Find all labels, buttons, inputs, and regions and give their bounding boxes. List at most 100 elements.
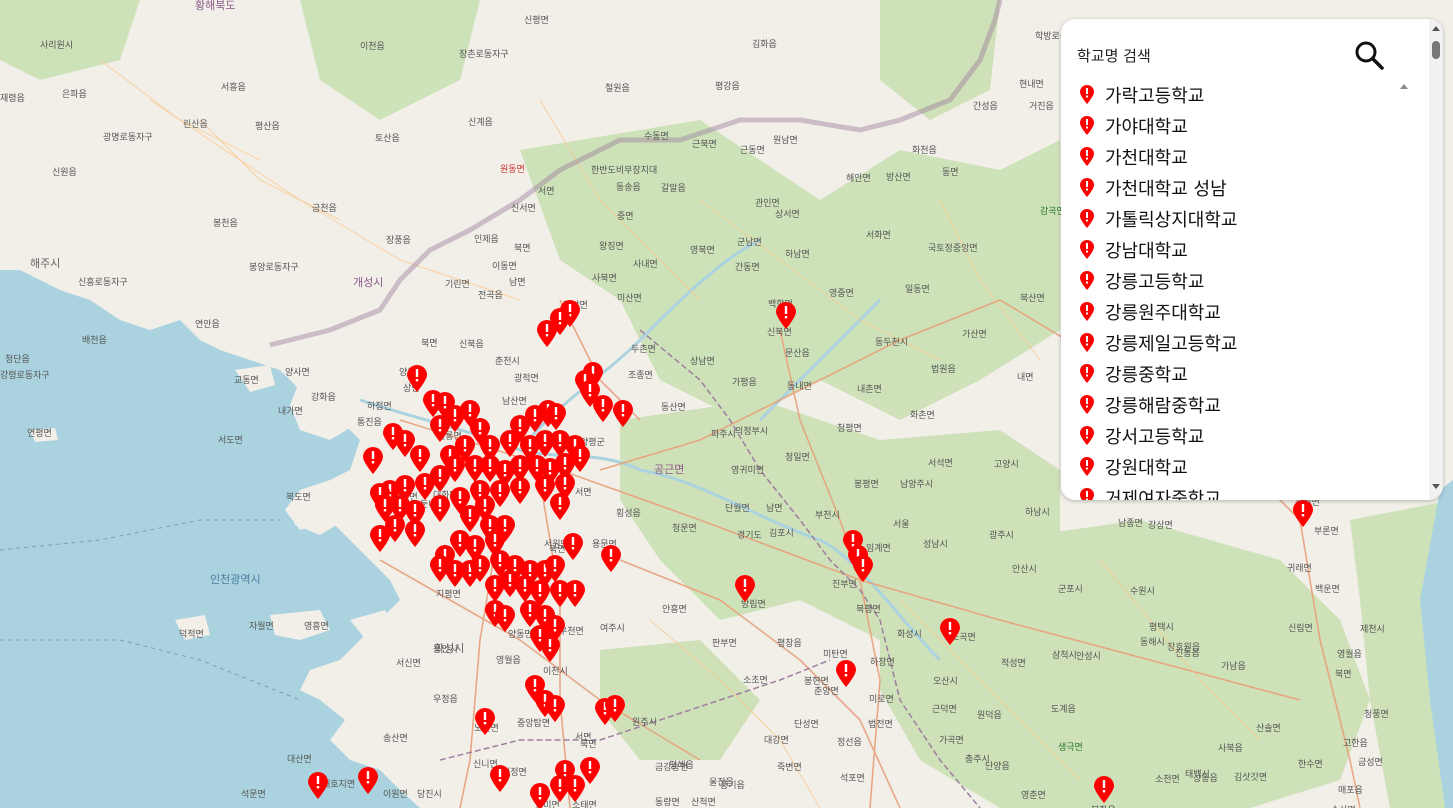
search-icon[interactable]	[1353, 39, 1387, 73]
map-place-label: 내가면	[278, 406, 303, 417]
map-place-label: 하남시	[1025, 507, 1050, 518]
school-list-item[interactable]: 가천대학교	[1061, 141, 1407, 172]
map-place-label: 도계읍	[1051, 703, 1076, 715]
school-name: 강원대학교	[1105, 457, 1188, 479]
map-place-label: 영월읍	[1337, 648, 1362, 660]
school-list-item[interactable]: 강릉중학교	[1061, 358, 1407, 389]
map-place-label: 춘양면	[814, 686, 839, 697]
list-scroll-up-icon[interactable]	[1398, 81, 1410, 93]
map-place-label: 적성면	[1001, 657, 1026, 669]
school-list-item[interactable]: 가야대학교	[1061, 110, 1407, 141]
school-list-item[interactable]: 강릉원주대학교	[1061, 296, 1407, 327]
school-list-item[interactable]: 강서고등학교	[1061, 420, 1407, 451]
marker-pin-icon	[1080, 425, 1094, 445]
map-place-label: 이천읍	[360, 41, 385, 52]
school-list-item[interactable]: 거제여자중학교	[1061, 482, 1407, 500]
map-place-label: 서화면	[866, 230, 891, 241]
map-place-label: 산척면	[691, 797, 716, 808]
map-place-label: 장촌로동자구	[459, 49, 509, 60]
map-place-label: 신동읍	[1175, 648, 1200, 659]
map-place-label: 김포시	[769, 527, 794, 539]
school-list-item[interactable]: 강릉제일고등학교	[1061, 327, 1407, 358]
map-place-label: 동두천시	[875, 337, 908, 348]
marker-pin-icon	[1080, 332, 1094, 352]
map-place-label: 동내면	[787, 381, 812, 392]
map-place-label: 죽변면	[777, 762, 802, 773]
school-list-item[interactable]: 가락고등학교	[1061, 79, 1407, 110]
map-place-label: 동량면	[655, 796, 680, 808]
school-list-item[interactable]: 강원대학교	[1061, 451, 1407, 482]
map-place-label: 석포면	[840, 773, 865, 784]
map-place-label: 사리원시	[40, 40, 73, 51]
panel-scrollbar[interactable]	[1429, 19, 1443, 500]
map-place-label: 배천읍	[82, 335, 107, 346]
map-place-label: 방산면	[886, 172, 911, 183]
school-name: 가락고등학교	[1105, 85, 1205, 107]
map-place-label: 김화읍	[752, 38, 777, 50]
marker-pin-icon	[1080, 208, 1094, 228]
map-place-label: 신림면	[1288, 622, 1313, 634]
map-place-label: 이동면	[492, 261, 517, 272]
school-list-item[interactable]: 강릉고등학교	[1061, 265, 1407, 296]
map-place-label: 화성시	[897, 629, 922, 640]
marker-pin-icon	[1080, 239, 1094, 259]
map-place-label: 광주시	[989, 529, 1014, 541]
map-place-label: 평강읍	[715, 81, 740, 92]
map-place-label: 부천시	[815, 510, 840, 521]
map-place-label: 미탄면	[823, 649, 848, 660]
school-list-item[interactable]: 가천대학교 성남	[1061, 172, 1407, 203]
school-list-item[interactable]: 강릉해람중학교	[1061, 389, 1407, 420]
map-place-label: 가평읍	[732, 377, 757, 388]
map-place-label: 대강면	[764, 735, 789, 746]
map-place-label: 한반도비무장지대	[591, 165, 657, 176]
school-name: 강릉원주대학교	[1105, 302, 1221, 324]
school-list[interactable]: 가락고등학교가야대학교 가천대학교 가천대학교 성남 가톨릭상지대학교 강남대학교 강릉고…	[1061, 79, 1407, 500]
map-place-label: 안성시	[1076, 651, 1101, 662]
map-place-label: 단양읍	[985, 761, 1010, 772]
map-place-label: 청풍면	[1364, 709, 1389, 720]
marker-pin-icon	[1080, 394, 1094, 414]
map-place-label: 정선읍	[837, 737, 862, 748]
map-place-label: 군포시	[1058, 584, 1083, 595]
map-place-label: 의정부시	[735, 426, 768, 437]
scroll-down-arrow-icon[interactable]	[1432, 482, 1440, 490]
map-place-label: 장풍읍	[386, 235, 411, 246]
map-place-label: 원동면	[500, 164, 525, 175]
map-place-label: 개성시	[353, 276, 383, 289]
map-place-label: 금천읍	[312, 203, 337, 214]
map-place-label: 고양시	[994, 459, 1019, 470]
map-place-label: 동산면	[661, 402, 686, 413]
school-list-item[interactable]: 가톨릭상지대학교	[1061, 203, 1407, 234]
map-place-label: 통진읍	[357, 417, 382, 428]
map-place-label: 남종면	[1118, 518, 1143, 529]
scrollbar-thumb[interactable]	[1432, 41, 1440, 59]
map-place-label: 남산면	[502, 396, 527, 407]
scroll-up-arrow-icon[interactable]	[1432, 25, 1440, 33]
map-place-label: 동해시	[1140, 637, 1165, 648]
map-place-label: 단월면	[725, 502, 750, 514]
map-place-label: 하장면	[870, 657, 895, 668]
map-place-label: 북평면	[856, 604, 881, 615]
map-place-label: 영중면	[829, 288, 854, 299]
map-place-label: 경기도	[737, 529, 762, 541]
map-place-label: 갈말읍	[661, 182, 686, 194]
map-place-label: 생극면	[1058, 742, 1083, 753]
map-place-label: 영춘면	[1021, 790, 1046, 801]
map-place-label: 봉천읍	[213, 218, 238, 229]
map-place-label: 일동면	[905, 284, 930, 295]
map-place-label: 청평면	[837, 423, 862, 434]
map-place-label: 서면	[575, 487, 592, 498]
school-list-item[interactable]: 강남대학교	[1061, 234, 1407, 265]
map-place-label: 근동면	[740, 145, 765, 156]
map-place-label: 청일면	[785, 452, 810, 463]
map-place-label: 용인시	[433, 644, 458, 655]
map-place-label: 가남읍	[1221, 661, 1246, 672]
map-place-label: 매포읍	[1338, 785, 1363, 796]
map-place-label: 공근면	[654, 463, 684, 476]
map-place-label: 자월면	[249, 620, 274, 632]
marker-pin-icon	[1080, 146, 1094, 166]
map-place-label: 영귀미면	[731, 465, 764, 476]
map-place-label: 서석면	[928, 458, 953, 469]
map-place-label: 평택시	[1149, 622, 1174, 633]
map-place-label: 근덕면	[932, 704, 957, 715]
